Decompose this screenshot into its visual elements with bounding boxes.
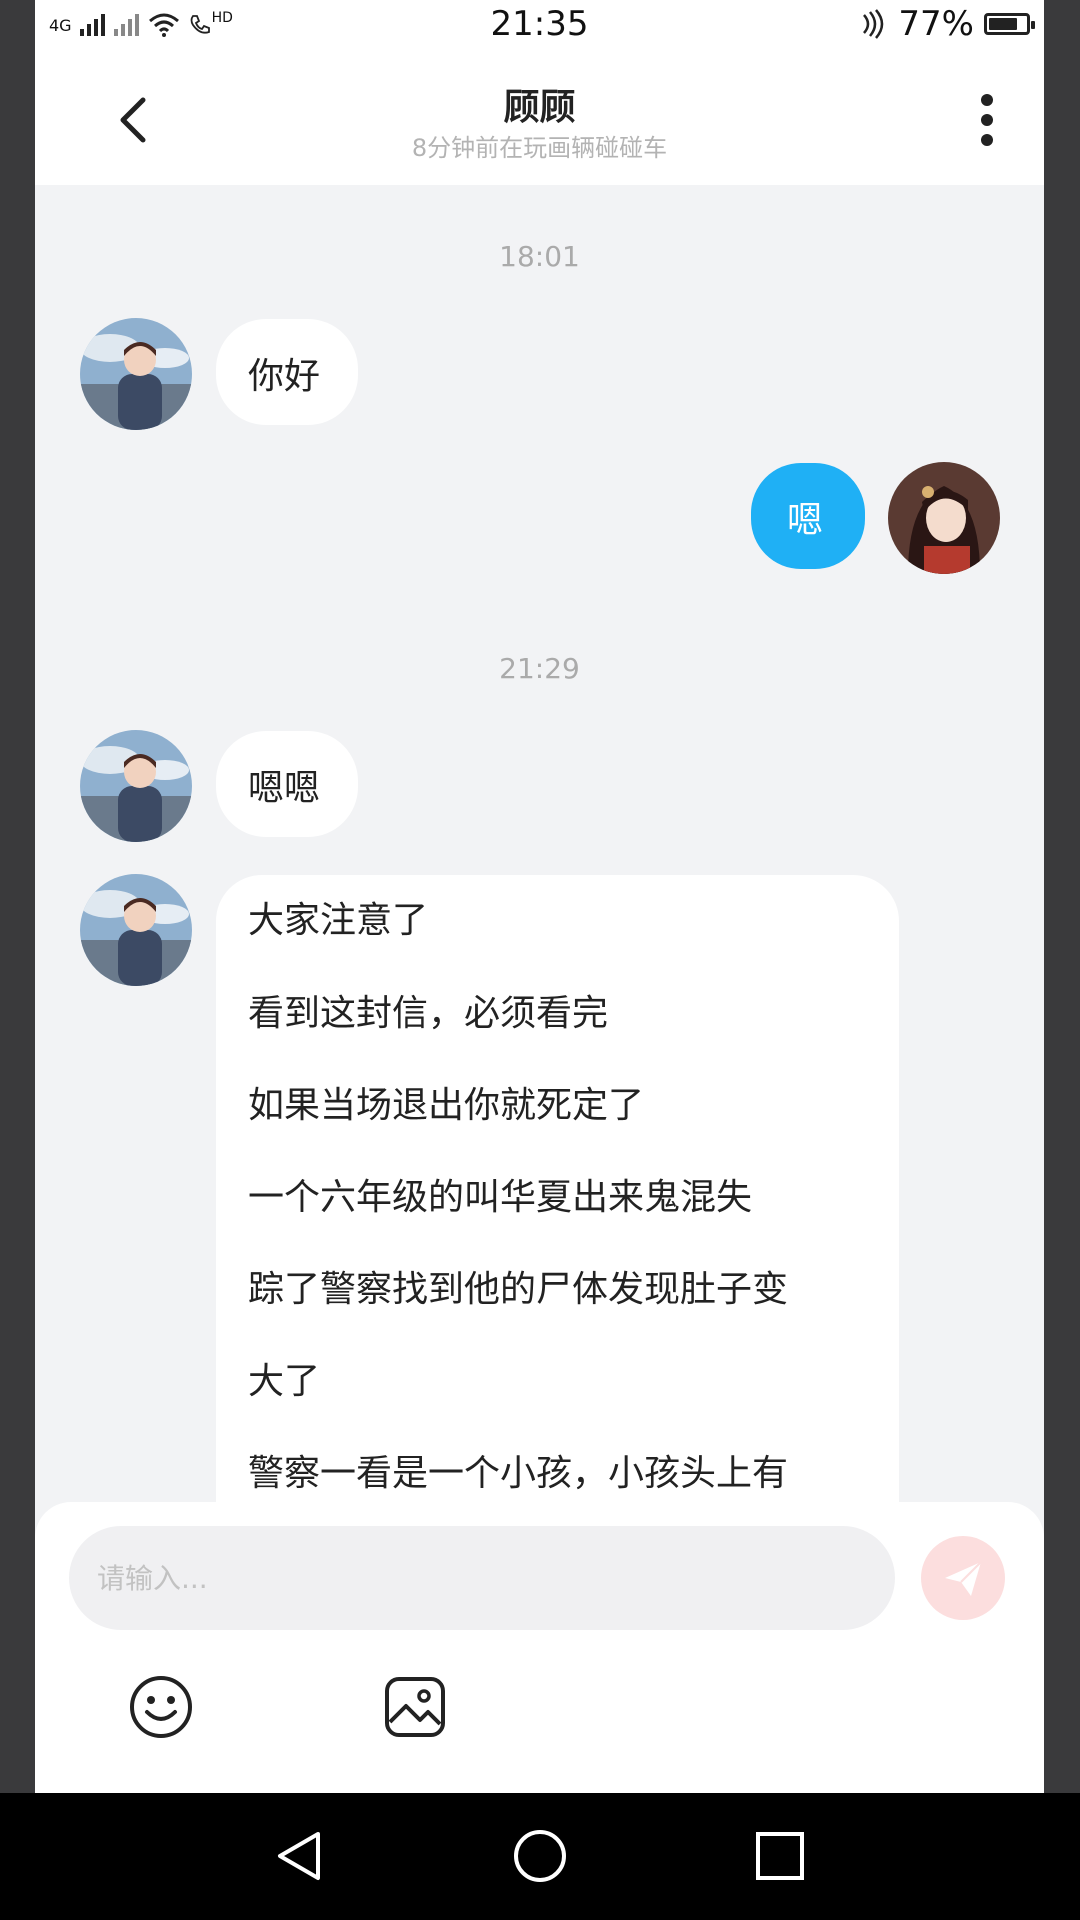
boy-avatar-image bbox=[80, 318, 192, 430]
emoji-button[interactable] bbox=[128, 1674, 194, 1740]
message-line: 踪了警察找到他的尸体发现肚子变 bbox=[248, 1269, 789, 1310]
system-navigation-bar bbox=[0, 1793, 1080, 1920]
contact-avatar[interactable] bbox=[80, 874, 192, 986]
nfc-icon bbox=[863, 9, 884, 39]
more-vertical-icon bbox=[981, 94, 993, 146]
chat-header: 顾顾 8分钟前在玩画辆碰碰车 bbox=[35, 50, 1044, 185]
send-button[interactable] bbox=[921, 1536, 1005, 1620]
battery-level-fill bbox=[989, 18, 1017, 30]
contact-avatar[interactable] bbox=[80, 318, 192, 430]
emoji-icon bbox=[130, 1676, 192, 1738]
nav-recents-icon[interactable] bbox=[752, 1828, 808, 1884]
boy-avatar-image bbox=[80, 874, 192, 986]
message-text: 嗯嗯 bbox=[248, 768, 321, 809]
more-options-button[interactable] bbox=[975, 92, 999, 148]
nav-home-icon[interactable] bbox=[512, 1828, 568, 1884]
message-timestamp: 18:01 bbox=[499, 240, 580, 273]
contact-name: 顾顾 bbox=[503, 87, 576, 128]
message-timestamp: 21:29 bbox=[499, 652, 580, 685]
nav-back-icon[interactable] bbox=[272, 1828, 328, 1884]
phone-screen: 4G HD 21:35 77% 顾顾 8分钟前在玩画辆碰碰车 18:01 你好 … bbox=[35, 0, 1044, 1793]
battery-percent: 77% bbox=[898, 4, 974, 44]
status-bar: 4G HD 21:35 77% bbox=[35, 0, 1044, 50]
battery-icon bbox=[984, 13, 1035, 35]
my-avatar[interactable] bbox=[888, 462, 1000, 574]
boy-avatar-image bbox=[80, 730, 192, 842]
chat-message-list[interactable]: 18:01 你好 嗯 21:29 嗯嗯 大家注意了 看到这封信，必须看完 如果当… bbox=[35, 185, 1044, 1505]
message-input[interactable] bbox=[69, 1526, 895, 1630]
message-text: 你好 bbox=[248, 356, 321, 397]
message-line: 一个六年级的叫华夏出来鬼混失 bbox=[248, 1177, 753, 1218]
message-text: 嗯 bbox=[787, 500, 824, 541]
message-bubble-incoming[interactable]: 你好 bbox=[216, 319, 358, 425]
message-bubble-incoming-long[interactable]: 大家注意了 看到这封信，必须看完 如果当场退出你就死定了 一个六年级的叫华夏出来… bbox=[216, 875, 899, 1505]
message-line: 大了 bbox=[248, 1361, 321, 1402]
send-icon bbox=[945, 1561, 982, 1596]
message-composer bbox=[35, 1502, 1044, 1793]
image-button[interactable] bbox=[382, 1674, 448, 1740]
message-line: 如果当场退出你就死定了 bbox=[248, 1085, 645, 1126]
contact-avatar[interactable] bbox=[80, 730, 192, 842]
image-icon bbox=[385, 1677, 445, 1737]
message-line: 警察一看是一个小孩，小孩头上有 bbox=[248, 1453, 789, 1494]
message-line: 看到这封信，必须看完 bbox=[248, 993, 609, 1034]
status-icons-right: 77% bbox=[858, 4, 1035, 44]
message-bubble-incoming[interactable]: 嗯嗯 bbox=[216, 731, 358, 837]
girl-avatar-image bbox=[888, 462, 1000, 574]
contact-activity-status: 8分钟前在玩画辆碰碰车 bbox=[411, 134, 668, 162]
message-bubble-outgoing[interactable]: 嗯 bbox=[751, 463, 865, 569]
message-line: 大家注意了 bbox=[248, 900, 429, 941]
